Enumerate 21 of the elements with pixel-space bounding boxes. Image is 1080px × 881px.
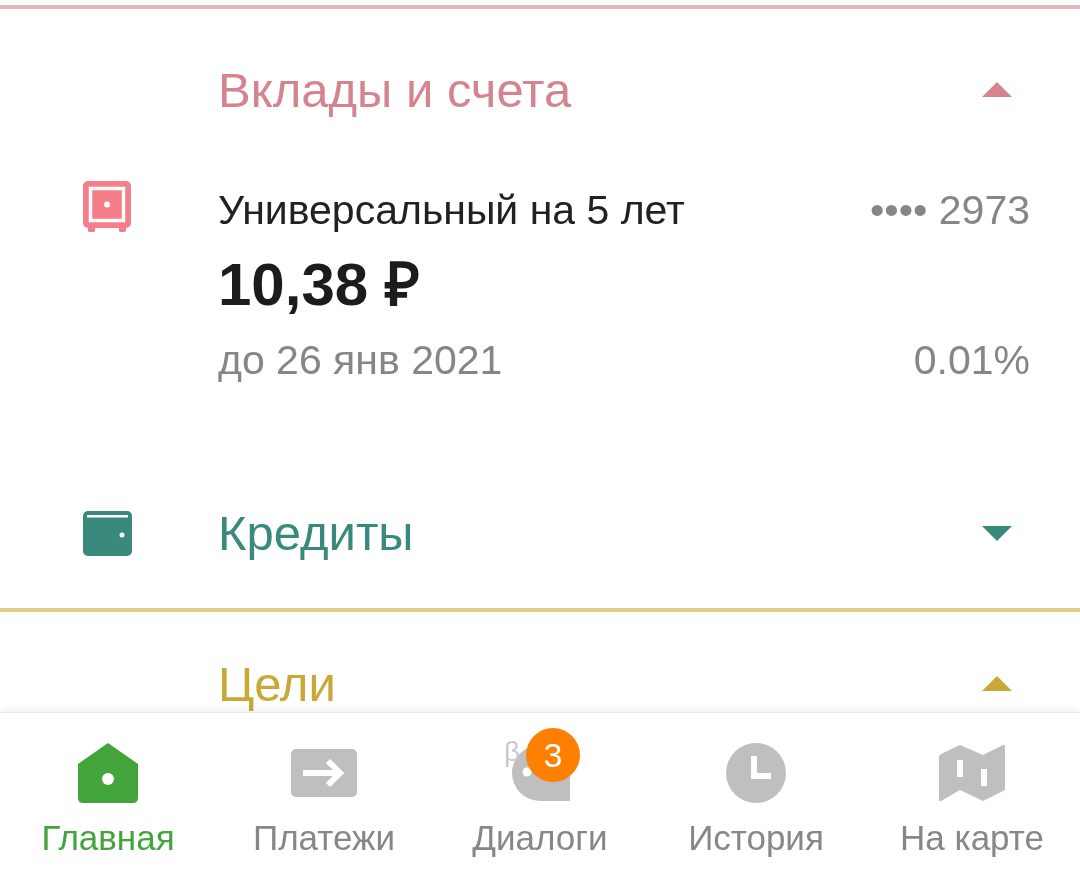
nav-tab[interactable]: Платежи <box>216 713 432 881</box>
caret-icon[interactable] <box>982 676 1012 691</box>
term-text: до 26 янв 2021 <box>218 337 503 383</box>
caret-icon[interactable] <box>982 525 1012 541</box>
balance-amount: 10,38 ₽ <box>218 250 421 320</box>
section-title[interactable]: Цели <box>218 660 336 709</box>
account-name: Универсальный на 5 лет <box>218 187 685 233</box>
section-title[interactable]: Кредиты <box>218 508 982 558</box>
nav-tab[interactable]: История <box>648 713 864 881</box>
nav-tab[interactable]: На карте <box>864 713 1080 881</box>
safe-icon <box>83 181 131 232</box>
notification-badge: 3 <box>526 728 580 782</box>
nav-tab[interactable]: Главная <box>0 713 216 881</box>
wallet-icon <box>83 510 132 556</box>
home-icon <box>78 743 138 803</box>
section-title[interactable]: Вклады и счета <box>218 66 572 115</box>
clock-icon <box>726 743 786 803</box>
interest-rate: 0.01% <box>913 337 1030 383</box>
caret-icon[interactable] <box>982 82 1012 97</box>
map-icon <box>939 744 1005 802</box>
account-number: •••• 2973 <box>869 187 1030 233</box>
